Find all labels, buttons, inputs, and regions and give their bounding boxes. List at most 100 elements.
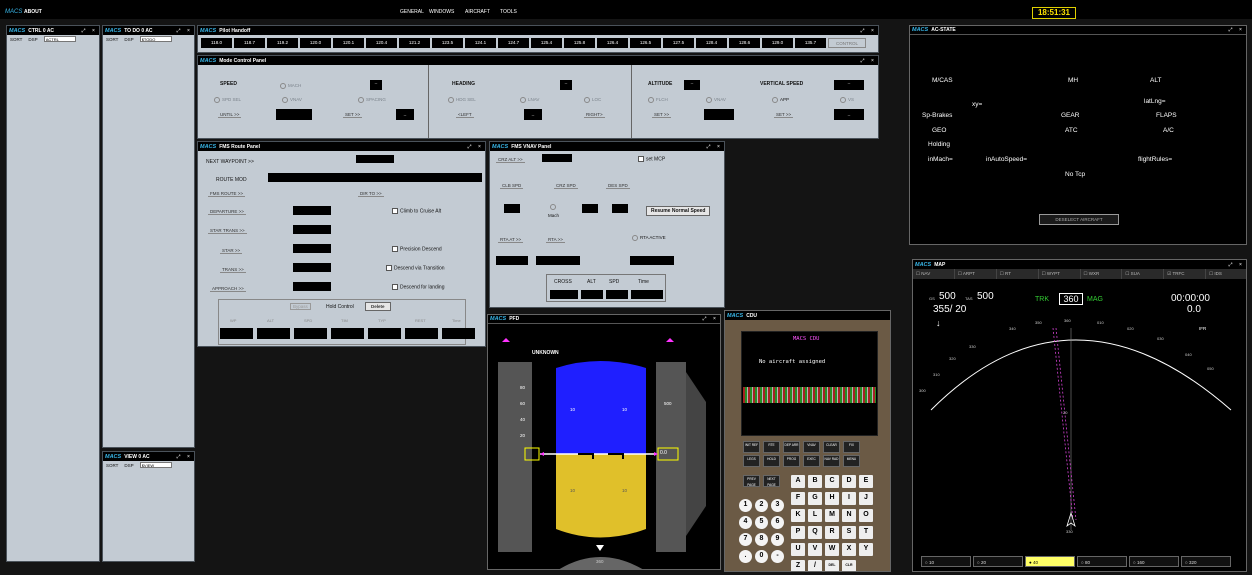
cdu-letter-key[interactable]: B [808,475,822,488]
cdu-letter-key[interactable]: H [825,492,839,505]
control-button[interactable]: CONTROL [828,38,866,48]
frequency-button[interactable]: 125.4 [531,38,562,48]
resume-speed-button[interactable]: Resume Normal Speed [646,206,711,216]
map-filter-checkbox[interactable]: ☐ WYPT [1039,269,1081,279]
filter-input[interactable] [139,36,172,42]
frequency-button[interactable]: 120.0 [300,38,331,48]
hdg-sel-radio[interactable]: HDG SEL [448,97,476,103]
cdu-letter-key[interactable]: J [859,492,873,505]
cdu-digit-key[interactable]: 2 [755,499,768,512]
fms-route-button[interactable]: FMS ROUTE >> [208,191,246,197]
precision-descend-checkbox[interactable]: Precision Descend [392,246,442,252]
menu-general[interactable]: GENERAL [400,9,424,15]
cdu-letter-key[interactable]: L [808,509,822,522]
rta-active-radio[interactable]: RTA ACTIVE [632,235,666,241]
frequency-button[interactable]: 120.1 [333,38,364,48]
alt-vnav-radio[interactable]: VNAV [706,97,726,103]
cdu-letter-key[interactable]: E [859,475,873,488]
des-spd-button[interactable]: DES SPD [606,183,630,189]
frequency-button[interactable]: 125.8 [564,38,595,48]
crz-spd-button[interactable]: CRZ SPD [554,183,578,189]
cdu-digit-key[interactable]: 3 [771,499,784,512]
cdu-letter-key[interactable]: G [808,492,822,505]
detach-icon[interactable]: ⤢ [80,28,87,34]
menu-aircraft[interactable]: AIRCRAFT [465,9,490,15]
detach-icon[interactable]: ⤢ [466,144,473,150]
close-icon[interactable]: × [185,454,192,460]
close-icon[interactable]: × [1237,262,1244,268]
right-button[interactable]: RIGHT> [584,112,605,118]
frequency-button[interactable]: 135.7 [795,38,826,48]
next-waypoint-label[interactable]: NEXT WAYPOINT >> [206,159,254,165]
cdu-digit-key[interactable]: 6 [771,516,784,529]
cdu-digit-key[interactable]: 9 [771,533,784,546]
cdu-digit-key[interactable]: - [771,550,784,563]
star-button[interactable]: STAR >> [220,248,243,254]
trans-button[interactable]: TRANS >> [220,267,246,273]
range-button[interactable]: ○ 10 [921,556,971,567]
cdu-function-key[interactable]: INIT REF [743,441,760,453]
filter-input[interactable] [139,462,172,468]
frequency-button[interactable]: 124.1 [465,38,496,48]
cdu-function-key[interactable]: HOLD [763,455,780,467]
frequency-button[interactable]: 118.0 [201,38,232,48]
spacing-radio[interactable]: SPACING [358,97,386,103]
cdu-letter-key[interactable]: T [859,526,873,539]
close-icon[interactable]: × [869,58,876,64]
cdu-function-key[interactable]: PREV PAGE [743,475,760,487]
close-icon[interactable]: × [869,28,876,34]
dsp-button[interactable]: DSP [124,463,133,468]
frequency-button[interactable]: 128.4 [696,38,727,48]
detach-icon[interactable]: ⤢ [175,454,182,460]
cdu-function-key[interactable]: LEGS [743,455,760,467]
frequency-button[interactable]: 127.5 [663,38,694,48]
detach-icon[interactable]: ⤢ [175,28,182,34]
cdu-letter-key[interactable]: W [825,543,839,556]
cdu-function-key[interactable]: PROG [783,455,800,467]
hold-control-label[interactable]: Hold Control [326,304,354,310]
map-filter-checkbox[interactable]: ☐ NAV [913,269,955,279]
cdu-letter-key[interactable]: CLR [842,560,856,571]
frequency-button[interactable]: 128.6 [729,38,760,48]
close-icon[interactable]: × [715,144,722,150]
cdu-letter-key[interactable]: / [808,560,822,571]
descend-transition-checkbox[interactable]: Descend via Transition [386,265,445,271]
detach-icon[interactable]: ⤢ [859,58,866,64]
rta-at-button[interactable]: RTA AT >> [498,237,524,243]
cdu-letter-key[interactable]: N [842,509,856,522]
range-button[interactable]: ○ 160 [1129,556,1179,567]
cdu-letter-key[interactable]: DEL [825,560,839,571]
clb-spd-button[interactable]: CLB SPD [500,183,524,189]
loc-radio[interactable]: LOC [584,97,601,103]
cdu-letter-key[interactable]: P [791,526,805,539]
map-filter-checkbox[interactable]: ☐ ARPT [955,269,997,279]
cdu-function-key[interactable]: NAV RAD [823,455,840,467]
about-menu[interactable]: ABOUT [24,9,42,15]
close-icon[interactable]: × [1237,27,1244,33]
detach-icon[interactable]: ⤢ [1227,27,1234,33]
vs-set-button[interactable]: SET >> [774,112,794,118]
cdu-letter-key[interactable]: F [791,492,805,505]
cdu-digit-key[interactable]: 1 [739,499,752,512]
menu-windows[interactable]: WINDOWS [429,9,454,15]
detach-icon[interactable]: ⤢ [705,144,712,150]
mach-radio[interactable] [550,204,558,210]
sort-button[interactable]: SORT [106,37,118,42]
menu-tools[interactable]: TOOLS [500,9,517,15]
delete-button[interactable]: Delete [365,302,391,311]
mach-radio[interactable]: MACH [280,83,301,89]
departure-button[interactable]: DEPARTURE >> [208,209,246,215]
cdu-digit-key[interactable]: 0 [755,550,768,563]
bypass-button[interactable]: Bypass [290,303,311,310]
dir-to-button[interactable]: DIR TO >> [358,191,384,197]
cdu-letter-key[interactable]: X [842,543,856,556]
close-icon[interactable]: × [90,28,97,34]
deselect-aircraft-button[interactable]: DESELECT AIRCRAFT [1039,214,1119,225]
range-button[interactable]: ● 40 [1025,556,1075,567]
range-button[interactable]: ○ 20 [973,556,1023,567]
rta-button[interactable]: RTA >> [546,237,565,243]
cdu-digit-key[interactable]: 5 [755,516,768,529]
sort-button[interactable]: SORT [10,37,22,42]
cdu-function-key[interactable]: RTE [763,441,780,453]
cdu-letter-key[interactable]: Z [791,560,805,571]
